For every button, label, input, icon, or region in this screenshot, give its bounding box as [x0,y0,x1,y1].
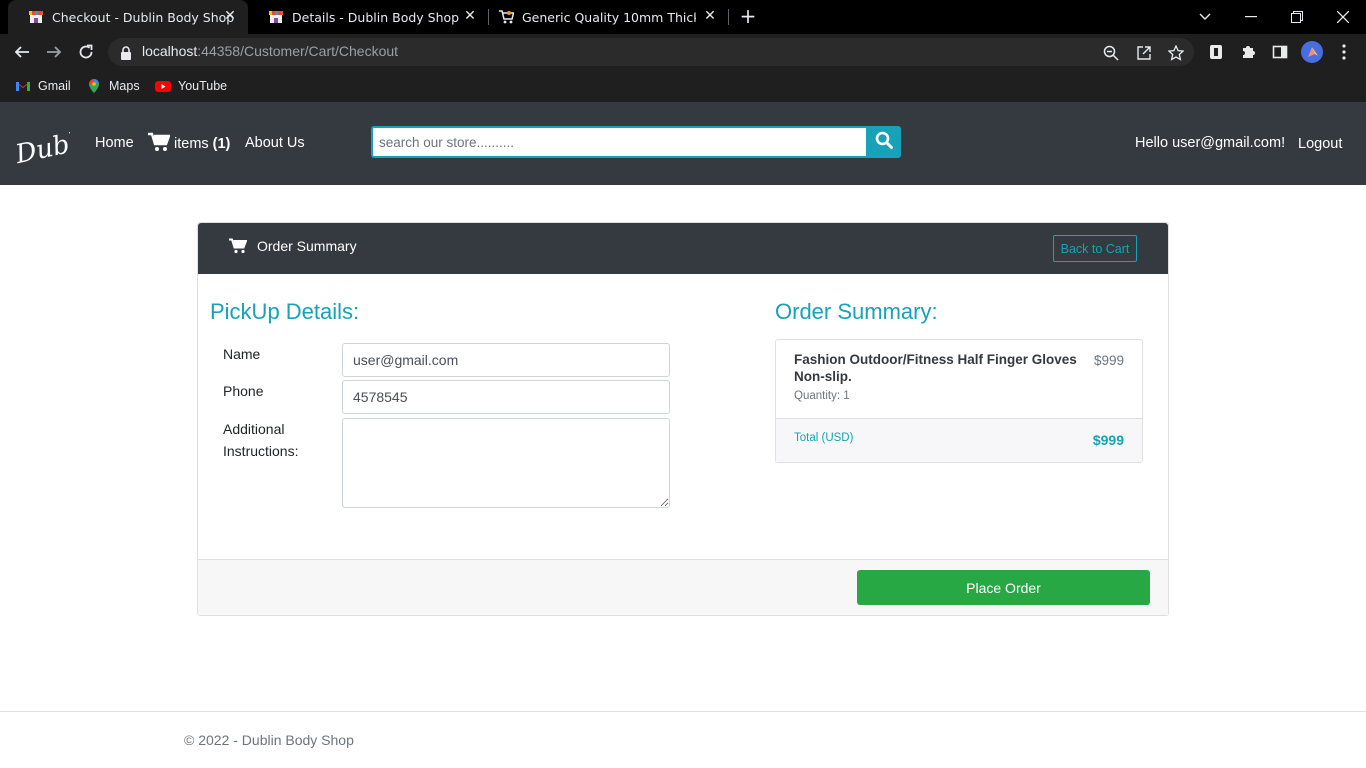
bookmark-youtube[interactable]: YouTube [155,76,227,96]
zoom-icon[interactable] [1102,44,1120,62]
item-name: Fashion Outdoor/Fitness Half Finger Glov… [794,352,1077,384]
svg-text:Dublin: Dublin [12,123,70,171]
cart-icon [498,9,515,25]
tab-title: Generic Quality 10mm Thick Non [522,9,696,25]
name-field[interactable] [342,343,670,377]
close-tab-icon[interactable]: ✕ [462,8,478,24]
share-icon[interactable] [1135,44,1153,62]
tab-title: Details - Dublin Body Shop [292,9,460,25]
card-header: Order Summary Back to Cart [198,223,1168,274]
total-row: Total (USD) $999 [776,418,1142,462]
tab-product[interactable]: Generic Quality 10mm Thick Non ✕ [488,0,728,34]
order-summary-list: Fashion Outdoor/Fitness Half Finger Glov… [775,339,1143,463]
copyright-text: © 2022 - Dublin Body Shop [184,732,354,748]
browser-tab-bar: Checkout - Dublin Body Shop ✕ Details - … [0,0,1366,34]
site-navbar: Dublin Home items (1) About Us Hello use… [0,102,1366,185]
bookmark-label: YouTube [178,79,228,93]
tab-checkout[interactable]: Checkout - Dublin Body Shop ✕ [8,0,248,34]
lock-icon[interactable] [120,45,132,64]
back-arrow-icon[interactable] [10,40,34,64]
phone-field[interactable] [342,380,670,414]
close-window-icon[interactable] [1320,0,1366,34]
reload-icon[interactable] [74,40,98,64]
url-text: localhost:44358/Customer/Cart/Checkout [142,43,399,59]
side-panel-icon[interactable] [1270,42,1290,62]
tab-separator [728,9,729,25]
place-order-button[interactable]: Place Order [857,570,1150,605]
avatar[interactable] [1300,40,1324,64]
item-quantity: Quantity: 1 [794,390,850,402]
name-label: Name [223,346,261,362]
bookmark-label: Gmail [38,79,71,93]
checkout-card: Order Summary Back to Cart PickUp Detail… [197,222,1169,616]
search-button[interactable] [866,126,901,158]
forward-arrow-icon[interactable] [42,40,66,64]
close-tab-icon[interactable]: ✕ [702,8,718,24]
maps-icon [86,78,102,94]
more-menu-icon[interactable] [1334,42,1354,62]
storefront-icon [28,9,44,25]
order-summary-title: Order Summary: [775,299,938,324]
minimize-icon[interactable] [1228,0,1274,34]
card-header-title: Order Summary [257,238,357,254]
gmail-icon [15,78,31,94]
page-footer: © 2022 - Dublin Body Shop [0,711,1366,768]
back-to-cart-button[interactable]: Back to Cart [1053,235,1137,262]
instructions-label: Additional Instructions: [223,421,299,459]
card-footer: Place Order [198,559,1168,615]
search-input[interactable] [371,126,867,158]
user-greeting[interactable]: Hello user@gmail.com! [1135,135,1285,151]
pickup-details-title: PickUp Details: [210,299,360,324]
bookmarks-bar: Gmail Maps YouTube [0,70,1366,102]
address-bar-row: localhost:44358/Customer/Cart/Checkout [0,34,1366,70]
cart-icon [229,238,248,258]
cart-icon [148,132,171,156]
phone-label: Phone [223,383,264,399]
instructions-field[interactable] [342,418,670,508]
total-label: Total (USD) [794,432,854,444]
new-tab-icon[interactable]: + [737,5,759,27]
bookmark-label: Maps [109,79,140,93]
extension-icon[interactable] [1206,42,1226,62]
search-form [371,126,901,158]
tab-details[interactable]: Details - Dublin Body Shop ✕ [248,0,488,34]
bookmark-gmail[interactable]: Gmail [15,76,71,96]
nav-home[interactable]: Home [95,135,134,151]
search-icon [875,131,893,153]
bookmark-maps[interactable]: Maps [86,76,140,96]
tab-search-icon[interactable] [1182,0,1228,34]
item-price: $999 [1093,353,1124,368]
logout-link[interactable]: Logout [1298,136,1342,152]
tab-title: Checkout - Dublin Body Shop [52,9,235,25]
restore-icon[interactable] [1274,0,1320,34]
nav-about[interactable]: About Us [245,135,305,151]
youtube-icon [155,78,171,94]
brand-logo[interactable]: Dublin [12,114,105,172]
cart-count: (1) [212,136,231,152]
total-value: $999 [1092,432,1124,448]
storefront-icon [268,9,284,25]
puzzle-icon[interactable] [1238,42,1258,62]
cart-label: items [174,136,209,152]
close-tab-icon[interactable]: ✕ [222,8,238,24]
url-bar[interactable]: localhost:44358/Customer/Cart/Checkout [108,38,1194,66]
bookmark-star-icon[interactable] [1167,44,1185,62]
nav-cart[interactable]: items (1) [148,132,230,156]
